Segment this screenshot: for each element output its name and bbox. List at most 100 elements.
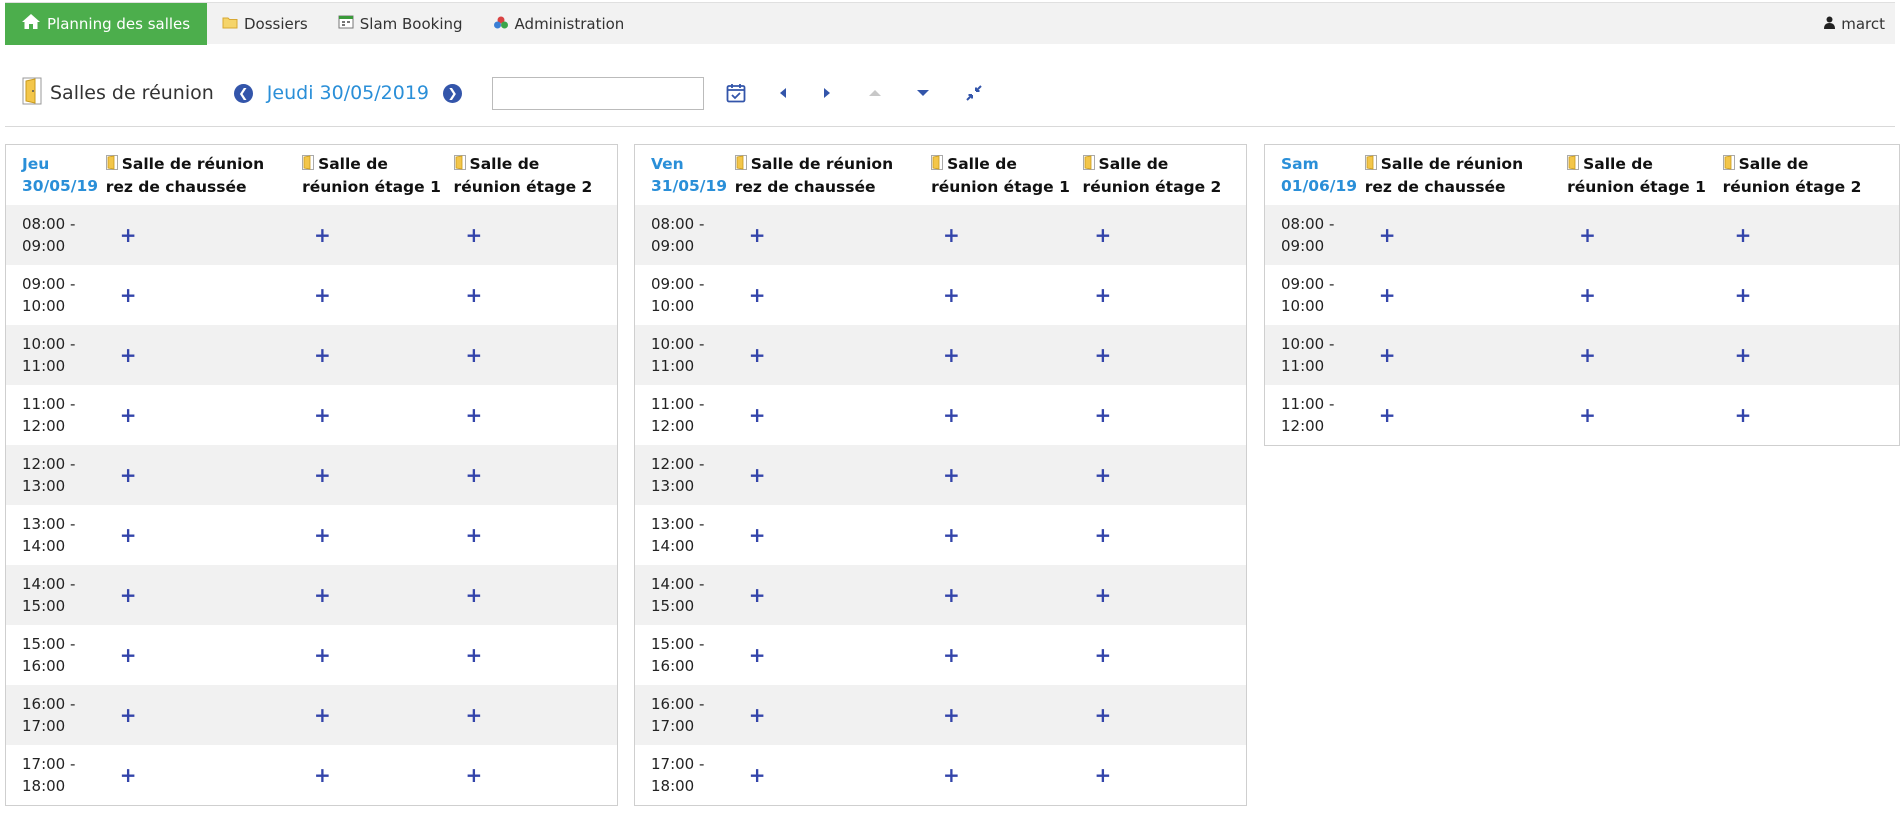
- add-booking-button[interactable]: +: [1579, 405, 1596, 425]
- add-booking-button[interactable]: +: [314, 765, 331, 785]
- add-booking-button[interactable]: +: [466, 585, 483, 605]
- add-booking-button[interactable]: +: [466, 525, 483, 545]
- nav-administration[interactable]: Administration: [478, 3, 640, 45]
- add-booking-button[interactable]: +: [1379, 285, 1396, 305]
- caret-left-icon[interactable]: [778, 87, 788, 99]
- day-header[interactable]: Sam 01/06/19: [1265, 153, 1365, 197]
- add-booking-button[interactable]: +: [120, 585, 137, 605]
- add-booking-button[interactable]: +: [120, 465, 137, 485]
- nav-slam-booking[interactable]: Slam Booking: [323, 3, 478, 45]
- room-header[interactable]: Salle de réunion rez de chaussée: [105, 153, 302, 198]
- add-booking-button[interactable]: +: [466, 345, 483, 365]
- add-booking-button[interactable]: +: [466, 465, 483, 485]
- add-booking-button[interactable]: +: [1095, 465, 1112, 485]
- add-booking-button[interactable]: +: [1095, 285, 1112, 305]
- user-menu[interactable]: marct: [1809, 3, 1895, 45]
- add-booking-button[interactable]: +: [314, 225, 331, 245]
- add-booking-button[interactable]: +: [120, 645, 137, 665]
- day-header[interactable]: Ven 31/05/19: [635, 153, 735, 197]
- add-booking-button[interactable]: +: [1735, 345, 1752, 365]
- add-booking-button[interactable]: +: [749, 645, 766, 665]
- add-booking-button[interactable]: +: [943, 645, 960, 665]
- add-booking-button[interactable]: +: [466, 225, 483, 245]
- room-header[interactable]: Salle de réunion étage 1: [931, 153, 1082, 198]
- add-booking-button[interactable]: +: [466, 645, 483, 665]
- room-header[interactable]: Salle de réunion rez de chaussée: [1364, 153, 1567, 198]
- add-booking-button[interactable]: +: [1379, 225, 1396, 245]
- current-date-link[interactable]: Jeudi 30/05/2019: [267, 82, 429, 104]
- add-booking-button[interactable]: +: [1735, 225, 1752, 245]
- compress-icon[interactable]: [966, 85, 982, 101]
- add-booking-button[interactable]: +: [749, 585, 766, 605]
- add-booking-button[interactable]: +: [943, 705, 960, 725]
- add-booking-button[interactable]: +: [1579, 285, 1596, 305]
- caret-right-icon[interactable]: [822, 87, 832, 99]
- room-header[interactable]: Salle de réunion étage 2: [1722, 153, 1899, 198]
- add-booking-button[interactable]: +: [466, 705, 483, 725]
- add-booking-button[interactable]: +: [943, 405, 960, 425]
- add-booking-button[interactable]: +: [943, 585, 960, 605]
- add-booking-button[interactable]: +: [120, 225, 137, 245]
- add-booking-button[interactable]: +: [1095, 585, 1112, 605]
- calendar-icon[interactable]: [726, 83, 746, 103]
- room-header[interactable]: Salle de réunion rez de chaussée: [734, 153, 931, 198]
- add-booking-button[interactable]: +: [314, 345, 331, 365]
- room-header[interactable]: Salle de réunion étage 2: [453, 153, 617, 198]
- add-booking-button[interactable]: +: [749, 285, 766, 305]
- add-booking-button[interactable]: +: [943, 345, 960, 365]
- add-booking-button[interactable]: +: [749, 405, 766, 425]
- add-booking-button[interactable]: +: [314, 285, 331, 305]
- add-booking-button[interactable]: +: [314, 405, 331, 425]
- add-booking-button[interactable]: +: [120, 705, 137, 725]
- add-booking-button[interactable]: +: [1735, 285, 1752, 305]
- add-booking-button[interactable]: +: [314, 525, 331, 545]
- add-booking-button[interactable]: +: [314, 645, 331, 665]
- add-booking-button[interactable]: +: [1095, 525, 1112, 545]
- caret-down-icon[interactable]: [916, 88, 930, 98]
- caret-up-icon[interactable]: [868, 88, 882, 98]
- add-booking-button[interactable]: +: [120, 345, 137, 365]
- add-booking-button[interactable]: +: [314, 705, 331, 725]
- add-booking-button[interactable]: +: [1095, 765, 1112, 785]
- add-booking-button[interactable]: +: [120, 285, 137, 305]
- nav-dossiers[interactable]: Dossiers: [207, 3, 323, 45]
- add-booking-button[interactable]: +: [1095, 225, 1112, 245]
- add-booking-button[interactable]: +: [1095, 645, 1112, 665]
- add-booking-button[interactable]: +: [120, 765, 137, 785]
- add-booking-button[interactable]: +: [749, 765, 766, 785]
- add-booking-button[interactable]: +: [466, 285, 483, 305]
- add-booking-button[interactable]: +: [1735, 405, 1752, 425]
- room-name-line2: rez de chaussée: [1364, 178, 1506, 196]
- add-booking-button[interactable]: +: [943, 465, 960, 485]
- add-booking-button[interactable]: +: [1579, 345, 1596, 365]
- previous-day-button[interactable]: ❮: [233, 83, 253, 103]
- room-header[interactable]: Salle de réunion étage 2: [1082, 153, 1246, 198]
- room-header[interactable]: Salle de réunion étage 1: [1567, 153, 1723, 198]
- add-booking-button[interactable]: +: [314, 585, 331, 605]
- next-day-button[interactable]: ❯: [443, 83, 463, 103]
- add-booking-button[interactable]: +: [749, 525, 766, 545]
- add-booking-button[interactable]: +: [943, 525, 960, 545]
- add-booking-button[interactable]: +: [1379, 405, 1396, 425]
- add-booking-button[interactable]: +: [1379, 345, 1396, 365]
- add-booking-button[interactable]: +: [749, 465, 766, 485]
- add-booking-button[interactable]: +: [943, 285, 960, 305]
- add-booking-button[interactable]: +: [1095, 345, 1112, 365]
- add-booking-button[interactable]: +: [120, 405, 137, 425]
- add-booking-button[interactable]: +: [749, 225, 766, 245]
- add-booking-button[interactable]: +: [943, 225, 960, 245]
- add-booking-button[interactable]: +: [943, 765, 960, 785]
- add-booking-button[interactable]: +: [466, 405, 483, 425]
- add-booking-button[interactable]: +: [1095, 405, 1112, 425]
- add-booking-button[interactable]: +: [1579, 225, 1596, 245]
- day-header[interactable]: Jeu 30/05/19: [6, 153, 106, 197]
- add-booking-button[interactable]: +: [314, 465, 331, 485]
- add-booking-button[interactable]: +: [120, 525, 137, 545]
- add-booking-button[interactable]: +: [749, 705, 766, 725]
- add-booking-button[interactable]: +: [749, 345, 766, 365]
- room-header[interactable]: Salle de réunion étage 1: [302, 153, 453, 198]
- add-booking-button[interactable]: +: [466, 765, 483, 785]
- nav-planning-salles[interactable]: Planning des salles: [5, 2, 207, 45]
- add-booking-button[interactable]: +: [1095, 705, 1112, 725]
- date-search-input[interactable]: [492, 76, 705, 110]
